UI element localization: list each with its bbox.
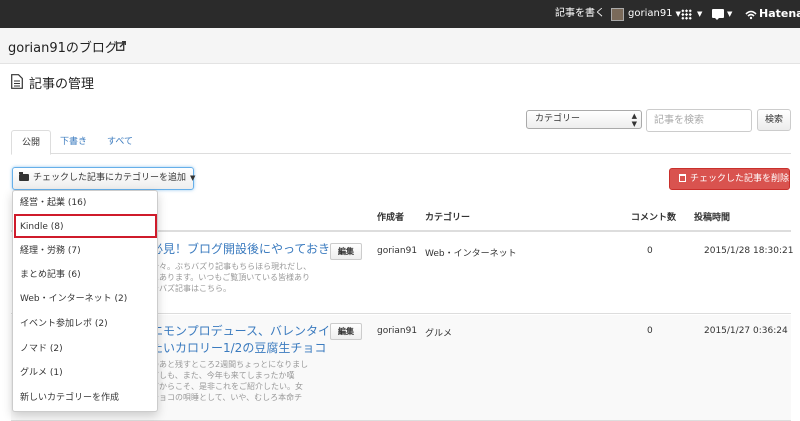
dropdown-item[interactable]: 経理・労務 (7)	[13, 239, 157, 263]
post-title-line: たいカロリー1/2の豆腐生チョコ	[151, 341, 327, 355]
post-time: 2015/1/27 0:36:24	[704, 326, 788, 336]
excerpt-line: のあと残すところ2週間ちょっとになりまし	[151, 360, 309, 369]
excerpt-line: だしも、また、今年も来てしまったか嘆	[151, 371, 295, 380]
dropdown-item[interactable]: グルメ (1)	[13, 361, 157, 385]
blog-header: gorian91のブログ	[0, 28, 800, 64]
edit-button[interactable]: 編集	[330, 243, 362, 260]
excerpt-line: チバズ記事はこちら。	[151, 284, 231, 293]
add-category-label: チェックした記事にカテゴリーを追加	[33, 173, 187, 183]
caret-down-icon: ▼	[190, 174, 196, 182]
post-time: 2015/1/28 18:30:21	[704, 246, 794, 256]
post-author: gorian91	[377, 246, 418, 256]
search-button[interactable]: 検索	[757, 109, 791, 131]
dropdown-item[interactable]: ノマド (2)	[13, 337, 157, 361]
excerpt-line: にあります。いつもご覧頂いている皆様あり	[151, 273, 310, 282]
column-comments: コメント数	[631, 213, 677, 223]
dropdown-item[interactable]: まとめ記事 (6)	[13, 263, 157, 287]
folder-icon	[19, 172, 29, 181]
column-posted: 投稿時間	[694, 213, 731, 223]
status-tabs: 公開 下書き すべて	[11, 130, 791, 155]
dropdown-item[interactable]: Web・インターネット (2)	[13, 287, 157, 311]
excerpt-line: チョコの唄睡として、いや、むしろ本命チ	[151, 393, 303, 402]
excerpt-line: だからこそ、是非これをご紹介したい。女	[151, 382, 303, 391]
tab-all[interactable]: すべて	[97, 130, 143, 154]
comment-count: 0	[647, 246, 653, 256]
add-category-button[interactable]: チェックした記事にカテゴリーを追加 ▼	[12, 167, 196, 190]
column-category: カテゴリー	[425, 213, 471, 223]
category-filter-value: カテゴリー	[535, 114, 581, 124]
write-post-link[interactable]: 記事を書く	[555, 0, 605, 28]
notification-icon[interactable]	[712, 9, 724, 20]
apps-caret-icon[interactable]: ▼	[694, 0, 702, 28]
trash-icon	[679, 174, 686, 182]
page-title: 記事の管理	[29, 77, 95, 92]
blog-title[interactable]: gorian91のブログ	[8, 37, 118, 56]
post-excerpt: 今々。ぶちバズり記事もちらほら現れだし、 にあります。いつもご覧頂いている皆様あ…	[151, 261, 331, 294]
comment-count: 0	[647, 326, 653, 336]
delete-checked-label: チェックした記事を削除	[690, 174, 790, 184]
category-filter-select[interactable]: カテゴリー ▲ ▼	[526, 110, 642, 129]
delete-checked-button[interactable]: チェックした記事を削除	[669, 168, 790, 190]
dropdown-item[interactable]: イベント参加レポ (2)	[13, 312, 157, 336]
username: gorian91	[628, 8, 673, 19]
apps-grid-icon[interactable]	[681, 9, 692, 20]
post-title-line: エモンプロデュース、バレンタイ	[151, 324, 331, 338]
search-input[interactable]	[646, 109, 752, 132]
avatar[interactable]	[611, 8, 624, 21]
post-title[interactable]: 必見！ブログ開設後にやっておき	[151, 241, 331, 258]
post-author: gorian91	[377, 326, 418, 336]
create-category-item[interactable]: 新しいカテゴリーを作成	[13, 386, 157, 410]
notification-caret-icon[interactable]: ▼	[724, 0, 732, 28]
document-icon	[11, 74, 23, 89]
tab-drafts[interactable]: 下書き	[50, 130, 97, 154]
hatena-brand[interactable]: Hatena	[759, 0, 800, 28]
global-header: 記事を書く gorian91 ▼ ▼ ▼ Hatena	[0, 0, 800, 28]
post-title[interactable]: エモンプロデュース、バレンタイ たいカロリー1/2の豆腐生チョコ	[151, 323, 331, 357]
excerpt-line: 今々。ぶちバズり記事もちらほら現れだし、	[151, 262, 312, 271]
category-dropdown-menu: 経営・起業 (16) Kindle (8) 経理・労務 (7) まとめ記事 (6…	[12, 190, 158, 412]
tab-published[interactable]: 公開	[11, 130, 52, 155]
external-link-icon[interactable]	[116, 41, 126, 51]
column-author: 作成者	[377, 213, 405, 223]
post-excerpt: のあと残すところ2週間ちょっとになりまし だしも、また、今年も来てしまったか嘆 …	[151, 359, 331, 403]
highlight-box	[14, 214, 157, 238]
post-category: Web・インターネット	[425, 249, 517, 259]
select-arrows-icon: ▲ ▼	[631, 112, 637, 128]
dropdown-item[interactable]: 経営・起業 (16)	[13, 191, 157, 215]
post-category: グルメ	[425, 329, 453, 339]
user-menu[interactable]: gorian91 ▼	[628, 0, 681, 28]
hatena-logo-icon	[745, 10, 757, 20]
edit-button[interactable]: 編集	[330, 323, 362, 340]
